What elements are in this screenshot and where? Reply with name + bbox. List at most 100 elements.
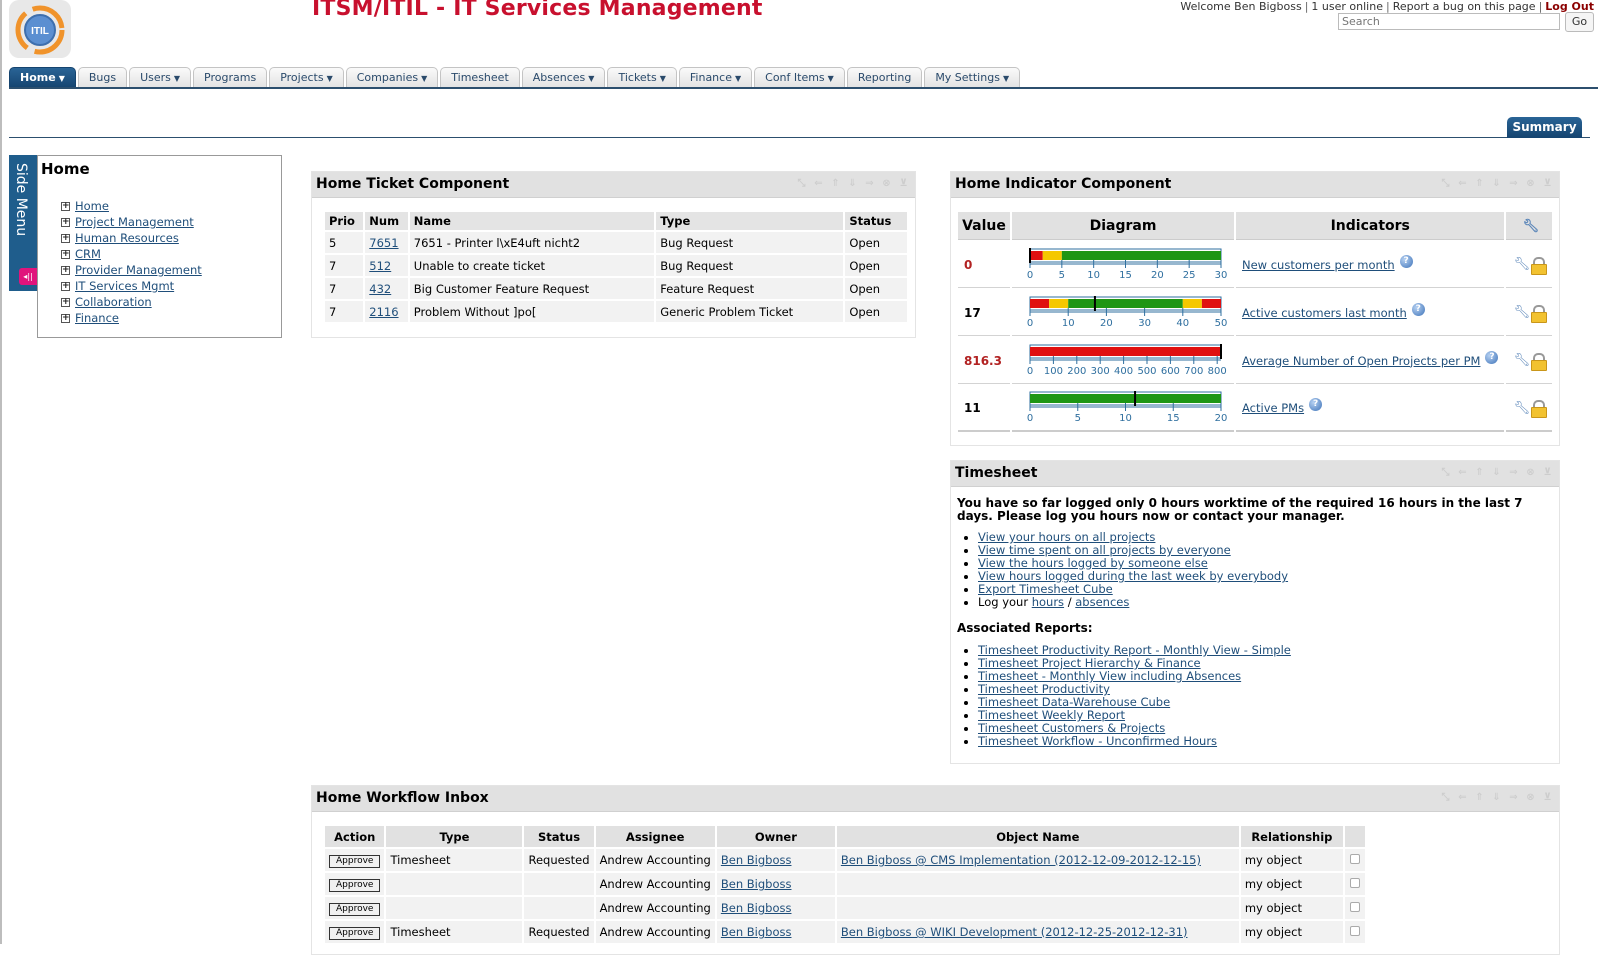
lock-icon[interactable]: [1531, 256, 1548, 275]
expand-plus-icon[interactable]: +: [61, 313, 70, 323]
resize-icon[interactable]: ⤡: [1440, 792, 1451, 804]
close-icon[interactable]: ⊗: [1525, 467, 1536, 479]
tab-conf-items[interactable]: Conf Items ▼: [754, 67, 845, 88]
lock-icon[interactable]: [1531, 400, 1548, 418]
owner-link[interactable]: Ben Bigboss: [721, 901, 792, 915]
expand-plus-icon[interactable]: +: [61, 249, 70, 259]
expand-plus-icon[interactable]: +: [61, 233, 70, 243]
chevron-down-icon[interactable]: ▼: [174, 74, 180, 83]
search-input[interactable]: [1338, 13, 1560, 30]
approve-button[interactable]: Approve: [329, 927, 381, 940]
lock-icon[interactable]: [1531, 352, 1548, 371]
approve-button[interactable]: Approve: [329, 903, 381, 916]
move-left-icon[interactable]: ⇐: [1457, 467, 1468, 479]
portlet-header[interactable]: Timesheet ⤡ ⇐ ⇑ ⇓ ⇒ ⊗ ⊻: [951, 461, 1559, 487]
portlet-header[interactable]: Home Ticket Component ⤡ ⇐ ⇑ ⇓ ⇒ ⊗ ⊻: [312, 172, 915, 198]
tab-bugs[interactable]: Bugs: [77, 67, 128, 88]
wrench-icon[interactable]: 🔧︎: [1513, 354, 1530, 368]
indicator-link[interactable]: Average Number of Open Projects per PM: [1242, 354, 1480, 368]
approve-button[interactable]: Approve: [329, 879, 381, 892]
side-menu-link[interactable]: IT Services Mgmt: [75, 279, 174, 293]
indicator-link[interactable]: New customers per month: [1242, 258, 1395, 272]
timesheet-link[interactable]: View hours logged during the last week b…: [978, 569, 1288, 583]
wrench-icon[interactable]: 🔧︎: [1513, 401, 1530, 416]
move-right-icon[interactable]: ⇒: [1508, 178, 1519, 190]
close-icon[interactable]: ⊗: [1525, 792, 1536, 804]
move-down-icon[interactable]: ⇓: [847, 178, 858, 190]
expand-plus-icon[interactable]: +: [61, 297, 70, 307]
report-link[interactable]: Timesheet Weekly Report: [978, 708, 1125, 722]
portlet-header[interactable]: Home Indicator Component ⤡ ⇐ ⇑ ⇓ ⇒ ⊗ ⊻: [951, 172, 1559, 198]
tab-summary[interactable]: Summary: [1507, 117, 1582, 138]
move-right-icon[interactable]: ⇒: [864, 178, 875, 190]
report-link[interactable]: Timesheet - Monthly View including Absen…: [978, 669, 1241, 683]
tab-my-settings[interactable]: My Settings ▼: [924, 67, 1021, 88]
move-up-icon[interactable]: ⇑: [1474, 792, 1485, 804]
tab-projects[interactable]: Projects ▼: [269, 67, 344, 88]
move-down-icon[interactable]: ⇓: [1491, 467, 1502, 479]
row-checkbox[interactable]: [1349, 854, 1360, 864]
ticket-num-link[interactable]: 7651: [369, 236, 398, 250]
minimize-icon[interactable]: ⊻: [1542, 178, 1553, 190]
tab-companies[interactable]: Companies ▼: [345, 67, 439, 88]
object-link[interactable]: Ben Bigboss @ CMS Implementation (2012-1…: [841, 853, 1201, 867]
close-icon[interactable]: ⊗: [1525, 178, 1536, 190]
tab-timesheet[interactable]: Timesheet: [440, 67, 520, 88]
move-left-icon[interactable]: ⇐: [813, 178, 824, 190]
chevron-down-icon[interactable]: ▼: [588, 74, 594, 83]
chevron-down-icon[interactable]: ▼: [1003, 74, 1009, 83]
move-up-icon[interactable]: ⇑: [830, 178, 841, 190]
chevron-down-icon[interactable]: ▼: [660, 74, 666, 83]
log-hours-link[interactable]: hours: [1032, 595, 1064, 609]
owner-link[interactable]: Ben Bigboss: [721, 853, 792, 867]
move-down-icon[interactable]: ⇓: [1491, 792, 1502, 804]
move-up-icon[interactable]: ⇑: [1474, 178, 1485, 190]
report-link[interactable]: Timesheet Productivity Report - Monthly …: [978, 643, 1291, 657]
chevron-down-icon[interactable]: ▼: [828, 74, 834, 83]
minimize-icon[interactable]: ⊻: [1542, 467, 1553, 479]
ticket-num-link[interactable]: 2116: [369, 305, 398, 319]
log-absences-link[interactable]: absences: [1075, 595, 1129, 609]
indicator-link[interactable]: Active PMs: [1242, 401, 1304, 415]
ticket-num-link[interactable]: 432: [369, 282, 391, 296]
chevron-down-icon[interactable]: ▼: [59, 74, 65, 83]
timesheet-link[interactable]: View time spent on all projects by every…: [978, 543, 1231, 557]
itil-logo[interactable]: ITIL: [8, 0, 72, 60]
tab-reporting[interactable]: Reporting: [846, 67, 923, 88]
owner-link[interactable]: Ben Bigboss: [721, 925, 792, 939]
chevron-down-icon[interactable]: ▼: [735, 74, 741, 83]
move-right-icon[interactable]: ⇒: [1508, 792, 1519, 804]
report-link[interactable]: Timesheet Workflow - Unconfirmed Hours: [978, 734, 1217, 748]
users-online-link[interactable]: 1 user online: [1311, 0, 1383, 13]
report-link[interactable]: Timesheet Customers & Projects: [978, 721, 1165, 735]
expand-plus-icon[interactable]: +: [61, 265, 70, 275]
side-menu-link[interactable]: Project Management: [75, 215, 194, 229]
side-menu-link[interactable]: Human Resources: [75, 231, 179, 245]
report-link[interactable]: Timesheet Data-Warehouse Cube: [978, 695, 1170, 709]
tab-home[interactable]: Home ▼: [9, 67, 76, 88]
chevron-down-icon[interactable]: ▼: [327, 74, 333, 83]
row-checkbox[interactable]: [1349, 878, 1360, 888]
indicator-link[interactable]: Active customers last month: [1242, 306, 1407, 320]
move-down-icon[interactable]: ⇓: [1491, 178, 1502, 190]
move-left-icon[interactable]: ⇐: [1457, 178, 1468, 190]
close-icon[interactable]: ⊗: [881, 178, 892, 190]
wrench-icon[interactable]: 🔧︎: [1522, 219, 1539, 234]
resize-icon[interactable]: ⤡: [1440, 467, 1451, 479]
portlet-header[interactable]: Home Workflow Inbox ⤡ ⇐ ⇑ ⇓ ⇒ ⊗ ⊻: [312, 786, 1559, 812]
side-menu-link[interactable]: Home: [75, 199, 109, 213]
tab-finance[interactable]: Finance ▼: [678, 67, 753, 88]
tab-absences[interactable]: Absences ▼: [521, 67, 606, 88]
row-checkbox[interactable]: [1349, 926, 1360, 936]
help-icon[interactable]: ?: [1485, 350, 1499, 364]
timesheet-link[interactable]: View your hours on all projects: [978, 530, 1155, 544]
tab-tickets[interactable]: Tickets ▼: [607, 67, 677, 88]
wrench-icon[interactable]: 🔧︎: [1513, 306, 1530, 320]
side-menu-link[interactable]: Collaboration: [75, 295, 152, 309]
minimize-icon[interactable]: ⊻: [1542, 792, 1553, 804]
move-left-icon[interactable]: ⇐: [1457, 792, 1468, 804]
timesheet-link[interactable]: Export Timesheet Cube: [978, 582, 1113, 596]
tab-programs[interactable]: Programs: [193, 67, 268, 88]
report-bug-link[interactable]: Report a bug on this page: [1393, 0, 1536, 13]
chevron-down-icon[interactable]: ▼: [421, 74, 427, 83]
